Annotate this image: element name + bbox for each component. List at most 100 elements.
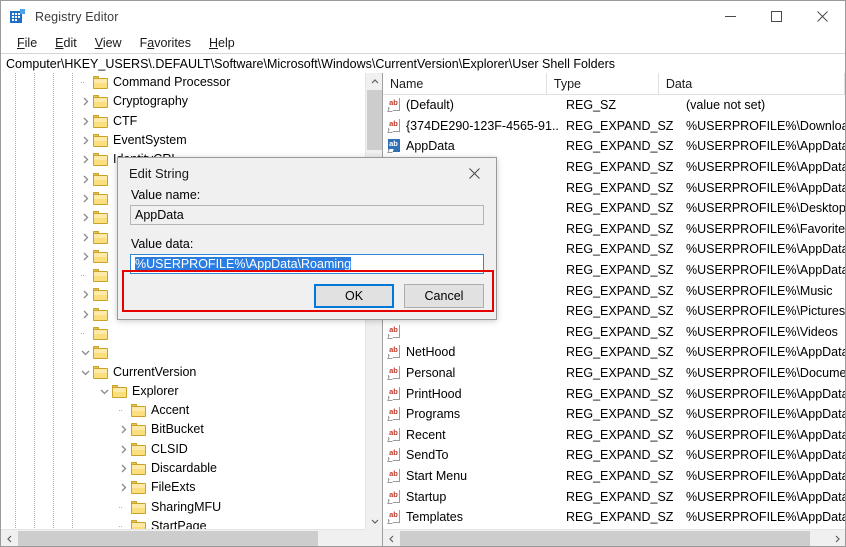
list-horizontal-scrollbar[interactable]	[383, 529, 845, 546]
value-type-cell: REG_EXPAND_SZ	[566, 180, 674, 195]
address-bar[interactable]: Computer\HKEY_USERS\.DEFAULT\Software\Mi…	[1, 53, 845, 74]
table-row[interactable]: ab {374DE290-123F-4565-91... REG_EXPAND_SZ…	[383, 116, 845, 137]
tree-node-cryptography[interactable]: Cryptography	[1, 92, 365, 111]
tree-scroll-up-button[interactable]	[366, 73, 382, 90]
tree-node-discardable[interactable]: Discardable	[1, 459, 365, 478]
chevron-right-icon[interactable]	[115, 459, 131, 478]
tree-node-ctf[interactable]: CTF	[1, 112, 365, 131]
tree-node-fileexts[interactable]: FileExts	[1, 478, 365, 497]
table-row[interactable]: ab Templates REG_EXPAND_SZ %USERPROFILE%\Ap…	[383, 507, 845, 528]
chevron-right-icon[interactable]	[77, 131, 93, 150]
tree-node-label: FileExts	[151, 480, 196, 495]
column-header-type[interactable]: Type	[547, 73, 659, 94]
value-type-cell: REG_EXPAND_SZ	[566, 263, 674, 278]
chevron-right-icon[interactable]	[115, 440, 131, 459]
ok-button[interactable]: OK	[314, 284, 394, 308]
tree-node-label: CTF	[113, 113, 138, 128]
table-row[interactable]: ab REG_EXPAND_SZ %USERPROFILE%\Videos	[383, 322, 845, 343]
dialog-title: Edit String	[129, 165, 189, 181]
table-row[interactable]: ab Personal REG_EXPAND_SZ %USERPROFILE%\Doc…	[383, 363, 845, 384]
value-type-cell: REG_EXPAND_SZ	[566, 345, 674, 360]
chevron-right-icon[interactable]	[77, 285, 93, 304]
chevron-right-icon[interactable]	[77, 228, 93, 247]
chevron-down-icon[interactable]	[77, 363, 93, 382]
tree-scroll-left-button[interactable]	[1, 530, 18, 546]
menu-view[interactable]: View	[86, 34, 131, 52]
value-type-cell: REG_EXPAND_SZ	[566, 221, 674, 236]
table-row[interactable]: ab SendTo REG_EXPAND_SZ %USERPROFILE%\AppDa…	[383, 445, 845, 466]
tree-node[interactable]	[1, 324, 365, 343]
menu-favorites[interactable]: Favorites	[131, 34, 200, 52]
tree-scroll-down-button[interactable]	[366, 512, 382, 529]
table-row[interactable]: ab (Default) REG_SZ (value not set)	[383, 95, 845, 116]
value-type-cell: REG_EXPAND_SZ	[566, 201, 674, 216]
value-data-cell: %USERPROFILE%\Downloads	[686, 118, 845, 133]
value-type-cell: REG_EXPAND_SZ	[566, 283, 674, 298]
folder-icon	[131, 462, 146, 476]
tree-scroll-thumb[interactable]	[367, 90, 382, 150]
tree-node-accent[interactable]: Accent	[1, 401, 365, 420]
menu-help[interactable]: Help	[200, 34, 244, 52]
chevron-down-icon[interactable]	[96, 382, 112, 401]
chevron-right-icon[interactable]	[115, 478, 131, 497]
tree-node-explorer[interactable]: Explorer	[1, 382, 365, 401]
tree-node-bitbucket[interactable]: BitBucket	[1, 420, 365, 439]
folder-icon	[93, 134, 108, 148]
close-button[interactable]	[799, 1, 845, 32]
table-row[interactable]: ab Start Menu REG_EXPAND_SZ %USERPROFILE%\A…	[383, 466, 845, 487]
folder-icon	[93, 365, 108, 379]
folder-icon	[131, 423, 146, 437]
folder-icon	[93, 153, 108, 167]
ab-string-icon: ab	[387, 366, 401, 381]
chevron-right-icon[interactable]	[77, 208, 93, 227]
tree-leaf-connector	[77, 73, 93, 92]
tree-node-label	[110, 255, 117, 257]
chevron-right-icon[interactable]	[77, 150, 93, 169]
tree-node-label	[110, 178, 117, 180]
table-row[interactable]: ab PrintHood REG_EXPAND_SZ %USERPROFILE%\Ap…	[383, 383, 845, 404]
column-header-name[interactable]: Name	[383, 73, 547, 94]
value-name-input[interactable]: AppData	[130, 205, 484, 225]
tree-node-startpage[interactable]: StartPage	[1, 517, 365, 529]
chevron-right-icon[interactable]	[77, 189, 93, 208]
tree-hscroll-thumb[interactable]	[18, 531, 318, 546]
chevron-down-icon[interactable]	[77, 343, 93, 362]
list-scroll-right-button[interactable]	[828, 530, 845, 546]
minimize-button[interactable]	[707, 1, 753, 32]
tree-node-sharingmfu[interactable]: SharingMFU	[1, 498, 365, 517]
list-scroll-left-button[interactable]	[383, 530, 400, 546]
table-row[interactable]: ab Programs REG_EXPAND_SZ %USERPROFILE%\App…	[383, 404, 845, 425]
ab-string-icon: ab	[387, 98, 401, 113]
tree-node-clsid[interactable]: CLSID	[1, 440, 365, 459]
chevron-right-icon[interactable]	[77, 170, 93, 189]
tree-node-eventsystem[interactable]: EventSystem	[1, 131, 365, 150]
tree-node-label: Discardable	[151, 461, 218, 476]
value-name-text: NetHood	[406, 345, 456, 360]
cancel-button[interactable]: Cancel	[404, 284, 484, 308]
chevron-right-icon[interactable]	[115, 420, 131, 439]
tree-node-currentversion[interactable]: CurrentVersion	[1, 362, 365, 381]
value-data-cell: %USERPROFILE%\Videos	[686, 324, 838, 339]
value-data-cell: %USERPROFILE%\Music	[686, 283, 833, 298]
tree-node[interactable]	[1, 343, 365, 362]
menu-edit[interactable]: Edit	[46, 34, 86, 52]
tree-node-command-processor[interactable]: Command Processor	[1, 73, 365, 92]
chevron-right-icon[interactable]	[77, 247, 93, 266]
column-header-data[interactable]: Data	[659, 73, 845, 94]
tree-horizontal-scrollbar[interactable]	[1, 529, 382, 546]
value-type-cell: REG_EXPAND_SZ	[566, 242, 674, 257]
menu-file[interactable]: File	[8, 34, 46, 52]
table-row[interactable]: ab Startup REG_EXPAND_SZ %USERPROFILE%\AppD…	[383, 486, 845, 507]
registry-path: Computer\HKEY_USERS\.DEFAULT\Software\Mi…	[6, 56, 616, 71]
dialog-close-icon[interactable]	[452, 158, 496, 188]
chevron-right-icon[interactable]	[77, 92, 93, 111]
maximize-button[interactable]	[753, 1, 799, 32]
list-hscroll-thumb[interactable]	[400, 531, 810, 546]
table-row[interactable]: ab NetHood REG_EXPAND_SZ %USERPROFILE%\AppD…	[383, 342, 845, 363]
value-name-text: Startup	[406, 489, 447, 504]
value-data-input[interactable]: %USERPROFILE%\AppData\Roaming	[130, 254, 484, 274]
table-row[interactable]: ab AppData REG_EXPAND_SZ %USERPROFILE%\AppD…	[383, 136, 845, 157]
table-row[interactable]: ab Recent REG_EXPAND_SZ %USERPROFILE%\AppDa…	[383, 425, 845, 446]
chevron-right-icon[interactable]	[77, 112, 93, 131]
chevron-right-icon[interactable]	[77, 305, 93, 324]
